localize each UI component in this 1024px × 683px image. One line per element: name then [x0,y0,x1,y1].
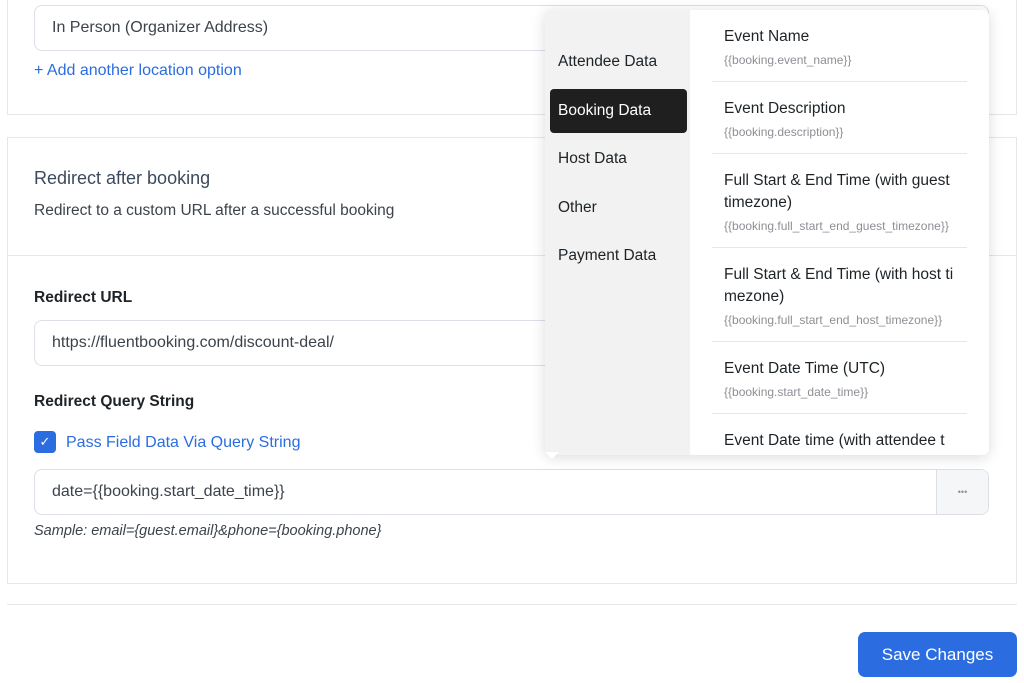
smartcode-code: {{booking.full_start_end_guest_timezone}… [724,219,949,233]
popup-arrow-icon [545,452,559,459]
query-string-value: date={{booking.start_date_time}} [52,483,285,500]
category-host-data[interactable]: Host Data [550,137,687,181]
smartcode-title: Event Date time (with attendee t [724,432,945,449]
check-icon: ✓ [39,434,51,449]
smartcode-popup: Attendee Data Booking Data Host Data Oth… [545,10,989,455]
smartcode-title: Event Name [724,28,810,45]
smartcode-title: Event Date Time (UTC) [724,360,886,377]
smartcode-code: {{booking.full_start_end_host_timezone}} [724,313,943,327]
sample-text: Sample: email={guest.email}&phone={booki… [34,523,382,539]
category-booking-data[interactable]: Booking Data [550,88,687,133]
smartcode-title: Event Description [724,100,846,117]
smartcode-code: {{booking.event_name}} [724,53,852,67]
redirect-url-value: https://fluentbooking.com/discount-deal/ [52,334,334,351]
smartcode-item[interactable]: Event Date time (with attendee t [712,414,967,455]
category-nav: Attendee Data Booking Data Host Data Oth… [545,10,690,455]
more-icon: ••• [957,487,968,497]
smartcode-item[interactable]: Full Start & End Time (with host timezon… [712,248,967,342]
redirect-url-label: Redirect URL [34,289,133,306]
pass-field-label[interactable]: Pass Field Data Via Query String [66,434,300,452]
pass-field-checkbox[interactable]: ✓ [34,431,56,453]
smartcode-item[interactable]: Event Date Time (UTC) {{booking.start_dat… [712,342,967,414]
category-other[interactable]: Other [550,186,687,230]
query-string-input[interactable]: date={{booking.start_date_time}} ••• [34,469,989,515]
category-payment-data[interactable]: Payment Data [550,234,687,278]
smartcode-code: {{booking.start_date_time}} [724,385,869,399]
category-attendee-data[interactable]: Attendee Data [550,40,687,84]
smartcode-list[interactable]: Event Name {{booking.event_name}} Event D… [690,10,989,455]
more-button[interactable]: ••• [936,470,988,514]
save-changes-button[interactable]: Save Changes [858,632,1017,677]
smartcode-code: {{booking.description}} [724,125,844,139]
footer-divider [7,604,1017,605]
redirect-description: Redirect to a custom URL after a success… [34,202,395,219]
redirect-title: Redirect after booking [34,168,211,188]
add-location-link[interactable]: + Add another location option [34,62,242,80]
smartcode-item[interactable]: Event Description {{booking.description}} [712,82,967,154]
query-string-label: Redirect Query String [34,393,195,410]
smartcode-item[interactable]: Full Start & End Time (with guest timezo… [712,154,967,248]
smartcode-title: Full Start & End Time (with guest timezo… [724,172,950,211]
smartcode-title: Full Start & End Time (with host timezon… [724,266,954,305]
smartcode-item[interactable]: Event Name {{booking.event_name}} [712,10,967,82]
location-value: In Person (Organizer Address) [52,19,269,36]
